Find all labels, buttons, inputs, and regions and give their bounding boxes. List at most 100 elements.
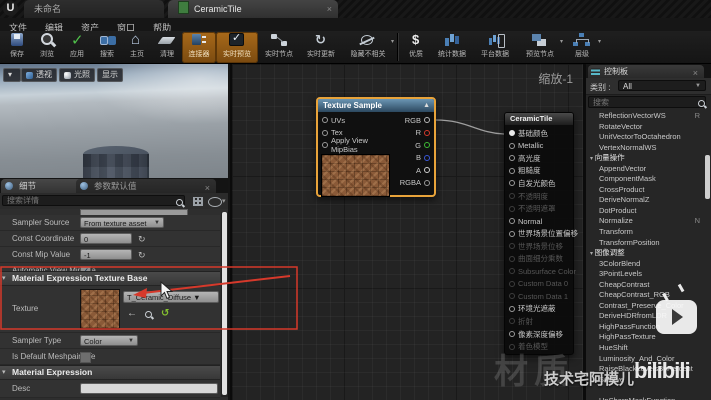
toolbar-button-platform[interactable]: 平台数据 (473, 32, 517, 63)
toolbar-button-live-update[interactable]: 实时更新 (300, 32, 342, 63)
window-tab-untitled[interactable]: 未命名 (24, 0, 164, 18)
input-pin[interactable] (322, 130, 328, 136)
viewport-button-光照[interactable]: 光照 (59, 68, 95, 82)
material-result-node[interactable]: CeramicTile 基础颜色Metallic高光度粗糙度自发光颜色不透明度不… (504, 112, 574, 355)
palette-item[interactable]: RotateVector (586, 122, 706, 133)
toolbar-button-code[interactable]: 优质 (401, 32, 431, 63)
toolbar-button-stats[interactable]: 统计数据 (431, 32, 473, 63)
material-input-pin[interactable] (509, 268, 515, 274)
texture-thumbnail[interactable] (80, 289, 120, 329)
toolbar-button-apply[interactable]: 应用 (62, 32, 92, 63)
grid-view-icon[interactable] (193, 197, 203, 206)
palette-item[interactable]: Transform (586, 227, 706, 238)
palette-item[interactable]: HighPassTexture (586, 332, 706, 343)
material-input-pin[interactable] (509, 206, 515, 212)
value-rotate-icon[interactable]: ↻ (138, 234, 148, 244)
tab-palette[interactable]: 控制板 × (588, 65, 704, 78)
palette-item[interactable]: NormalizeN (586, 216, 706, 227)
palette-item[interactable]: DeriveNormalZ (586, 195, 706, 206)
palette-item[interactable]: CrossProduct (586, 185, 706, 196)
property-combobox[interactable]: From texture asset▼ (80, 217, 164, 228)
collapse-icon[interactable]: ▲ (423, 99, 430, 112)
toolbar-button-save[interactable]: 保存 (2, 32, 32, 63)
eye-filter-icon[interactable] (208, 197, 222, 207)
material-input-pin[interactable] (509, 155, 515, 161)
back-arrow-icon[interactable]: ← (127, 308, 137, 319)
palette-item[interactable]: DotProduct (586, 206, 706, 217)
node-header[interactable]: Texture Sample ▲ (318, 99, 434, 112)
property-number-input[interactable]: 0 (80, 233, 132, 244)
palette-item[interactable]: UnitVectorToOctahedron (586, 132, 706, 143)
output-pin-rgb[interactable] (424, 117, 430, 123)
details-scrollbar[interactable] (221, 212, 228, 397)
palette-item[interactable]: TransformPosition (586, 238, 706, 249)
output-pin-a[interactable] (424, 167, 430, 173)
toolbar-button-browse[interactable]: 浏览 (32, 32, 62, 63)
viewport-options-dropdown[interactable]: ▾ (3, 68, 21, 82)
node-header[interactable]: CeramicTile (505, 113, 573, 125)
palette-item[interactable]: VertexNormalWS (586, 143, 706, 154)
sampler-type-combobox[interactable]: Color ▼ (80, 335, 138, 346)
value-rotate-icon[interactable]: ↻ (138, 250, 148, 260)
output-pin-rgba[interactable] (424, 180, 430, 186)
palette-item[interactable]: ComponentMask (586, 174, 706, 185)
output-pin-b[interactable] (424, 155, 430, 161)
reset-to-default-icon[interactable]: ↺ (161, 308, 169, 319)
palette-search-input[interactable] (588, 96, 706, 108)
texture-sample-node[interactable]: Texture Sample ▲ UVsTexApply View MipBia… (316, 97, 436, 197)
material-input-pin[interactable] (509, 130, 515, 136)
material-input-pin[interactable] (509, 281, 515, 287)
viewport-button-显示[interactable]: 显示 (97, 68, 123, 82)
material-input-pin[interactable] (509, 293, 515, 299)
window-tab-ceramictile[interactable]: CeramicTile × (168, 0, 338, 18)
section-header-material-expression[interactable]: Material Expression (0, 365, 220, 380)
property-number-input[interactable]: -1 (80, 249, 132, 260)
material-input-pin[interactable] (509, 318, 515, 324)
palette-item[interactable]: AppendVector (586, 164, 706, 175)
material-input-pin[interactable] (509, 306, 515, 312)
palette-item[interactable]: UnSharpMaskFunction (586, 396, 706, 400)
viewport-button-透视[interactable]: 透视 (21, 68, 57, 82)
find-in-browser-icon[interactable] (145, 311, 152, 318)
toolbar-button-live-nodes[interactable]: 实时节点 (258, 32, 300, 63)
toolbar-button-home[interactable]: 主页 (122, 32, 152, 63)
toolbar-button-hierarchy[interactable]: ▾层级 (563, 32, 601, 63)
material-input-pin[interactable] (509, 331, 515, 337)
toolbar-button-preview-nodes[interactable]: ▾预览节点 (517, 32, 563, 63)
palette-category[interactable]: 向量操作 (586, 153, 706, 164)
palette-item[interactable]: 3ColorBlend (586, 259, 706, 270)
material-input-pin[interactable] (509, 180, 515, 186)
material-input-pin[interactable] (509, 143, 515, 149)
texture-asset-combobox[interactable]: T_Ceramic_Diffuse ▼ (123, 291, 219, 303)
scrollbar-thumb[interactable] (222, 212, 227, 395)
palette-item[interactable]: 3PointLevels (586, 269, 706, 280)
input-pin[interactable] (322, 117, 328, 123)
category-combobox[interactable]: All ▼ (618, 80, 706, 91)
material-input-pin[interactable] (509, 193, 515, 199)
toolbar-button-connectors[interactable]: 连接器 (182, 32, 216, 63)
material-input-pin[interactable] (509, 168, 515, 174)
toolbar-button-live-preview[interactable]: 实时预览 (216, 32, 258, 63)
details-search-input[interactable] (2, 195, 185, 206)
output-pin-g[interactable] (424, 142, 430, 148)
preview-viewport[interactable]: ▾ 透视光照显示 Z X (0, 64, 228, 178)
section-header-texture-base[interactable]: Material Expression Texture Base (0, 271, 220, 286)
meshpaint-checkbox[interactable] (80, 352, 91, 363)
palette-item[interactable]: CheapContrast (586, 280, 706, 291)
input-pin[interactable] (322, 142, 328, 148)
material-input-pin[interactable] (509, 231, 515, 237)
toolbar-button-cleanup[interactable]: 清理 (152, 32, 182, 63)
toolbar-button-hide[interactable]: ▾隐藏不相关 (342, 32, 394, 63)
desc-input[interactable] (80, 383, 218, 394)
tab-parameter-defaults[interactable]: 参数默认值 × (76, 179, 216, 193)
close-icon[interactable]: × (327, 3, 332, 15)
toolbar-button-search[interactable]: 搜索 (92, 32, 122, 63)
palette-category[interactable]: 图像调整 (586, 248, 706, 259)
palette-scrollbar-thumb[interactable] (705, 155, 710, 199)
material-input-pin[interactable] (509, 218, 515, 224)
output-pin-r[interactable] (424, 130, 430, 136)
material-input-pin[interactable] (509, 243, 515, 249)
material-input-pin[interactable] (509, 256, 515, 262)
palette-item[interactable]: ReflectionVectorWSR (586, 111, 706, 122)
palette-item[interactable]: HueShift (586, 343, 706, 354)
